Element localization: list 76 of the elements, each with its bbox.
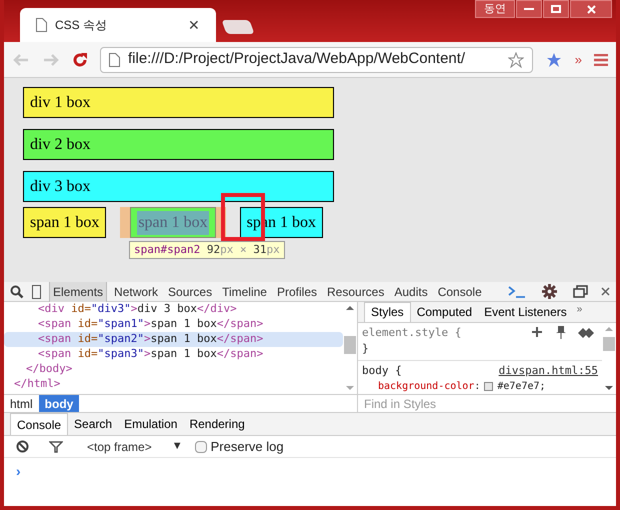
menu-icon[interactable] xyxy=(594,54,608,66)
dom-node-row[interactable]: <span id="span2">span 1 box</span> xyxy=(4,332,343,347)
color-swatch[interactable] xyxy=(484,382,494,391)
panel-tab[interactable]: Audits xyxy=(391,282,431,302)
close-icon xyxy=(586,4,596,14)
minimize-button[interactable] xyxy=(516,0,542,18)
dom-node-row[interactable]: <span id="span3">span 1 box</span> xyxy=(4,347,343,362)
style-value: #e7e7e7; xyxy=(497,380,546,394)
div-box: div 1 box xyxy=(23,87,334,118)
code-line: <div id="div3">div 3 box</div> xyxy=(38,302,237,318)
search-icon[interactable] xyxy=(10,284,24,298)
panel-tab[interactable]: Profiles xyxy=(274,282,320,302)
tab[interactable]: Event Listeners xyxy=(478,302,573,322)
context-selector[interactable]: <top frame> xyxy=(87,438,152,456)
reload-icon[interactable] xyxy=(72,52,88,68)
plus-icon[interactable] xyxy=(532,326,544,339)
code-line: <span id="span3">span 1 box</span> xyxy=(38,346,264,362)
colon-text: : xyxy=(474,380,480,394)
source-link[interactable]: divspan.html:55 xyxy=(498,362,598,379)
tab[interactable]: Rendering xyxy=(183,413,251,435)
div-box: div 3 box xyxy=(23,171,334,202)
close-icon[interactable]: ✕ xyxy=(188,18,200,32)
tab[interactable]: CSS 속성 ✕ xyxy=(20,8,216,42)
style-brace: } xyxy=(362,341,369,357)
maximize-button[interactable] xyxy=(543,0,569,18)
filter-icon[interactable] xyxy=(49,440,63,452)
console-prompt: › xyxy=(16,463,21,479)
page-icon xyxy=(36,18,47,32)
panel-tab[interactable]: Network xyxy=(111,282,162,302)
close-icon[interactable] xyxy=(601,287,610,296)
tab[interactable]: Computed xyxy=(410,302,478,322)
panel-tab[interactable]: Timeline xyxy=(219,282,270,302)
url-text: file:///D:/Project/ProjectJava/WebApp/WebContent/ xyxy=(128,49,466,70)
star-icon[interactable] xyxy=(508,52,524,68)
code-line: <span id="span2">span 1 box</span> xyxy=(38,331,264,348)
checkbox-label: Preserve log xyxy=(210,438,284,456)
tab-title: CSS 속성 xyxy=(55,17,108,34)
element-tooltip: span#span2 92px × 31px xyxy=(129,241,285,259)
style-selector: body { xyxy=(362,362,402,378)
tab[interactable]: Emulation xyxy=(118,413,184,435)
breadcrumb[interactable]: html xyxy=(4,395,39,412)
dom-node-row[interactable]: <div id="div3">div 3 box</div> xyxy=(4,302,343,317)
device-icon[interactable] xyxy=(32,284,41,298)
more-tabs-icon[interactable]: » xyxy=(576,302,582,317)
new-tab-button[interactable] xyxy=(221,20,255,34)
dom-node-row[interactable]: <span id="span1">span 1 box</span> xyxy=(4,317,343,332)
address-bar[interactable]: file:///D:/Project/ProjectJava/WebApp/WebContent/ xyxy=(100,46,533,72)
breadcrumb[interactable]: body xyxy=(38,395,80,412)
panel-tab[interactable]: Sources xyxy=(165,282,216,302)
panel-tab[interactable]: Elements xyxy=(49,282,108,302)
clear-icon[interactable] xyxy=(16,440,29,453)
div-box: div 2 box xyxy=(23,129,334,160)
profile-button[interactable]: 동연 xyxy=(475,0,515,18)
code-line: </body> xyxy=(26,361,72,378)
tab[interactable]: Search xyxy=(68,413,118,435)
page-icon xyxy=(109,52,120,66)
code-line: <span id="span1">span 1 box</span> xyxy=(38,316,264,332)
code-line: </html> xyxy=(14,376,60,392)
console-drawer-icon[interactable] xyxy=(508,286,526,298)
chevron-icon[interactable]: » xyxy=(574,50,582,70)
gear-icon[interactable] xyxy=(542,284,557,299)
span-box: span 1 box xyxy=(137,210,209,234)
style-selector: element.style { xyxy=(362,324,462,340)
tab[interactable]: Console xyxy=(10,413,68,435)
panel-tab[interactable]: Console xyxy=(434,282,485,302)
star-icon[interactable] xyxy=(544,52,563,68)
close-button[interactable] xyxy=(570,0,612,18)
dropdown-icon[interactable]: ▼ xyxy=(172,438,183,455)
diamond-icon[interactable] xyxy=(578,328,594,338)
style-property: background-color xyxy=(378,380,474,394)
dock-icon[interactable] xyxy=(573,284,589,298)
checkbox[interactable] xyxy=(194,440,207,452)
panel-tab[interactable]: Resources xyxy=(324,282,388,302)
span-box: span 1 box xyxy=(23,207,106,238)
pin-icon[interactable] xyxy=(556,326,566,340)
tab[interactable]: Styles xyxy=(364,302,411,322)
